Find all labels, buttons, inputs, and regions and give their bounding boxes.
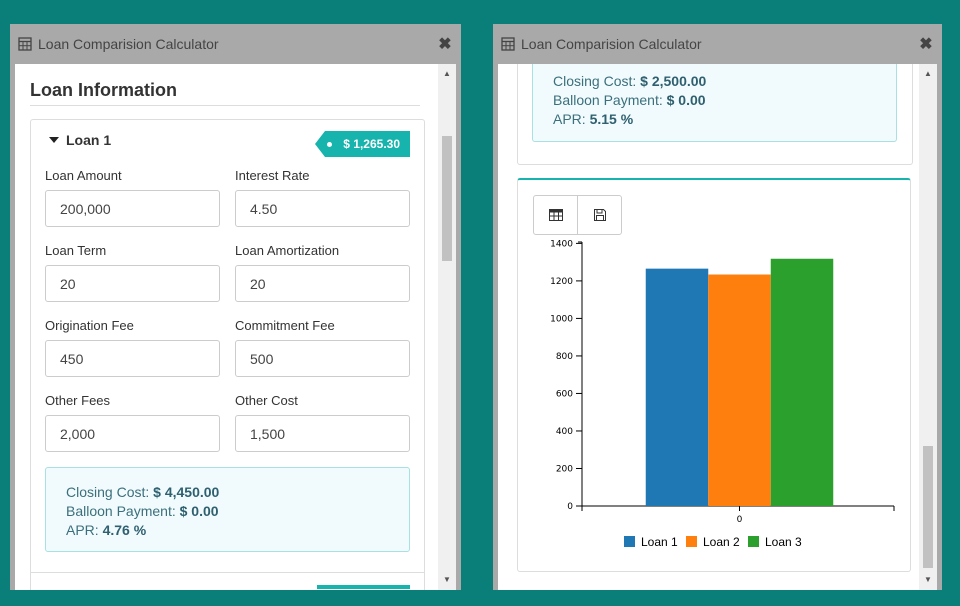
loan-amount-label: Loan Amount — [45, 168, 122, 183]
other-fees-label: Other Fees — [45, 393, 111, 408]
apr-row: APR: 5.15 % — [553, 111, 634, 127]
x-tick-label: 0 — [737, 515, 743, 525]
loan-amortization-label: Loan Amortization — [235, 243, 340, 258]
loan-summary-box: Closing Cost: $ 4,450.00 Balloon Payment… — [45, 467, 410, 552]
y-tick-label: 0 — [567, 502, 573, 512]
y-tick-label: 600 — [556, 389, 573, 399]
legend-swatch — [624, 536, 635, 547]
y-tick-label: 200 — [556, 464, 573, 474]
section-divider — [30, 105, 420, 106]
balloon-payment-value: $ 0.00 — [179, 503, 219, 519]
y-tick-label: 400 — [556, 427, 573, 437]
closing-cost-value: $ 4,450.00 — [153, 484, 220, 500]
other-cost-label: Other Cost — [235, 393, 298, 408]
window-body: Loan Information Loan 1 $ 1,265.30 Loan … — [15, 64, 456, 590]
origination-fee-input[interactable] — [45, 340, 220, 377]
commitment-fee-label: Commitment Fee — [235, 318, 335, 333]
calculator-icon — [501, 37, 515, 51]
closing-cost-row: Closing Cost: $ 2,500.00 — [553, 73, 707, 89]
section-title: Loan Information — [30, 80, 177, 100]
monthly-payment-value: $ 1,265.30 — [343, 137, 400, 151]
balloon-payment-row: Balloon Payment: $ 0.00 — [66, 503, 219, 519]
commitment-fee-input[interactable] — [235, 340, 410, 377]
legend-swatch — [686, 536, 697, 547]
vertical-scrollbar[interactable]: ▲ ▼ — [438, 64, 456, 590]
legend-label: Loan 3 — [765, 535, 802, 549]
loan-collapse-toggle[interactable]: Loan 1 — [49, 132, 111, 148]
y-tick-label: 1200 — [550, 277, 573, 287]
vertical-scrollbar[interactable]: ▲ ▼ — [919, 64, 937, 590]
chart-toolbar — [533, 195, 622, 235]
scroll-thumb[interactable] — [442, 136, 452, 261]
save-image-button[interactable] — [577, 196, 621, 234]
monthly-payment-badge: $ 1,265.30 — [315, 131, 410, 157]
apr-value: 4.76 % — [102, 522, 147, 538]
bar-loan-2 — [708, 274, 771, 506]
window-titlebar[interactable]: Loan Comparision Calculator ✖ — [493, 24, 942, 64]
save-icon — [593, 209, 606, 221]
table-view-button[interactable] — [534, 196, 577, 234]
interest-rate-input[interactable] — [235, 190, 410, 227]
table-icon — [548, 209, 563, 221]
loan-summary-box: Closing Cost: $ 2,500.00 Balloon Payment… — [532, 64, 897, 142]
apr-value: 5.15 % — [589, 111, 634, 127]
footer-button-edge[interactable] — [317, 585, 410, 589]
window-body: Closing Cost: $ 2,500.00 Balloon Payment… — [498, 64, 937, 590]
window-titlebar[interactable]: Loan Comparision Calculator ✖ — [10, 24, 461, 64]
closing-cost-value: $ 2,500.00 — [640, 73, 707, 89]
interest-rate-label: Interest Rate — [235, 168, 310, 183]
tag-hole-icon — [327, 142, 332, 147]
legend-swatch — [748, 536, 759, 547]
origination-fee-label: Origination Fee — [45, 318, 134, 333]
legend-label: Loan 1 — [641, 535, 678, 549]
closing-cost-row: Closing Cost: $ 4,450.00 — [66, 484, 220, 500]
balloon-payment-value: $ 0.00 — [666, 92, 706, 108]
scroll-down-icon[interactable]: ▼ — [438, 572, 456, 588]
scroll-down-icon[interactable]: ▼ — [919, 572, 937, 588]
bar-loan-1 — [645, 268, 709, 506]
loan-calculator-window-left: Loan Comparision Calculator ✖ Loan Infor… — [10, 24, 461, 590]
scroll-thumb[interactable] — [923, 446, 933, 568]
scroll-up-icon[interactable]: ▲ — [919, 66, 937, 82]
y-tick-label: 1400 — [550, 239, 573, 249]
bar-loan-3 — [770, 258, 834, 506]
caret-down-icon — [49, 137, 59, 143]
window-title: Loan Comparision Calculator — [38, 36, 219, 52]
loan-term-input[interactable] — [45, 265, 220, 302]
close-icon[interactable]: ✖ — [918, 34, 934, 54]
chart-panel: 0 200 400 600 800 1000 1200 1400 0 Loan 1 Loan 2 Lo… — [517, 178, 911, 572]
loan-panel: Loan 1 $ 1,265.30 Loan Amount Interest R… — [30, 119, 425, 590]
balloon-payment-row: Balloon Payment: $ 0.00 — [553, 92, 706, 108]
calculator-icon — [18, 37, 32, 51]
loan-amortization-input[interactable] — [235, 265, 410, 302]
other-fees-input[interactable] — [45, 415, 220, 452]
window-title: Loan Comparision Calculator — [521, 36, 702, 52]
loan-term-label: Loan Term — [45, 243, 107, 258]
scroll-up-icon[interactable]: ▲ — [438, 66, 456, 82]
other-cost-input[interactable] — [235, 415, 410, 452]
panel-footer-divider — [31, 572, 424, 573]
loan-panel-bottom: Closing Cost: $ 2,500.00 Balloon Payment… — [517, 64, 913, 165]
legend-label: Loan 2 — [703, 535, 740, 549]
loan-calculator-window-right: Loan Comparision Calculator ✖ Closing Co… — [493, 24, 942, 590]
loan-amount-input[interactable] — [45, 190, 220, 227]
close-icon[interactable]: ✖ — [437, 34, 453, 54]
y-tick-label: 800 — [556, 352, 573, 362]
y-tick-label: 1000 — [550, 314, 573, 324]
loan-name: Loan 1 — [66, 132, 112, 148]
apr-row: APR: 4.76 % — [66, 522, 147, 538]
payment-bar-chart: 0 200 400 600 800 1000 1200 1400 0 Loan 1 Loan 2 Lo… — [550, 239, 895, 549]
